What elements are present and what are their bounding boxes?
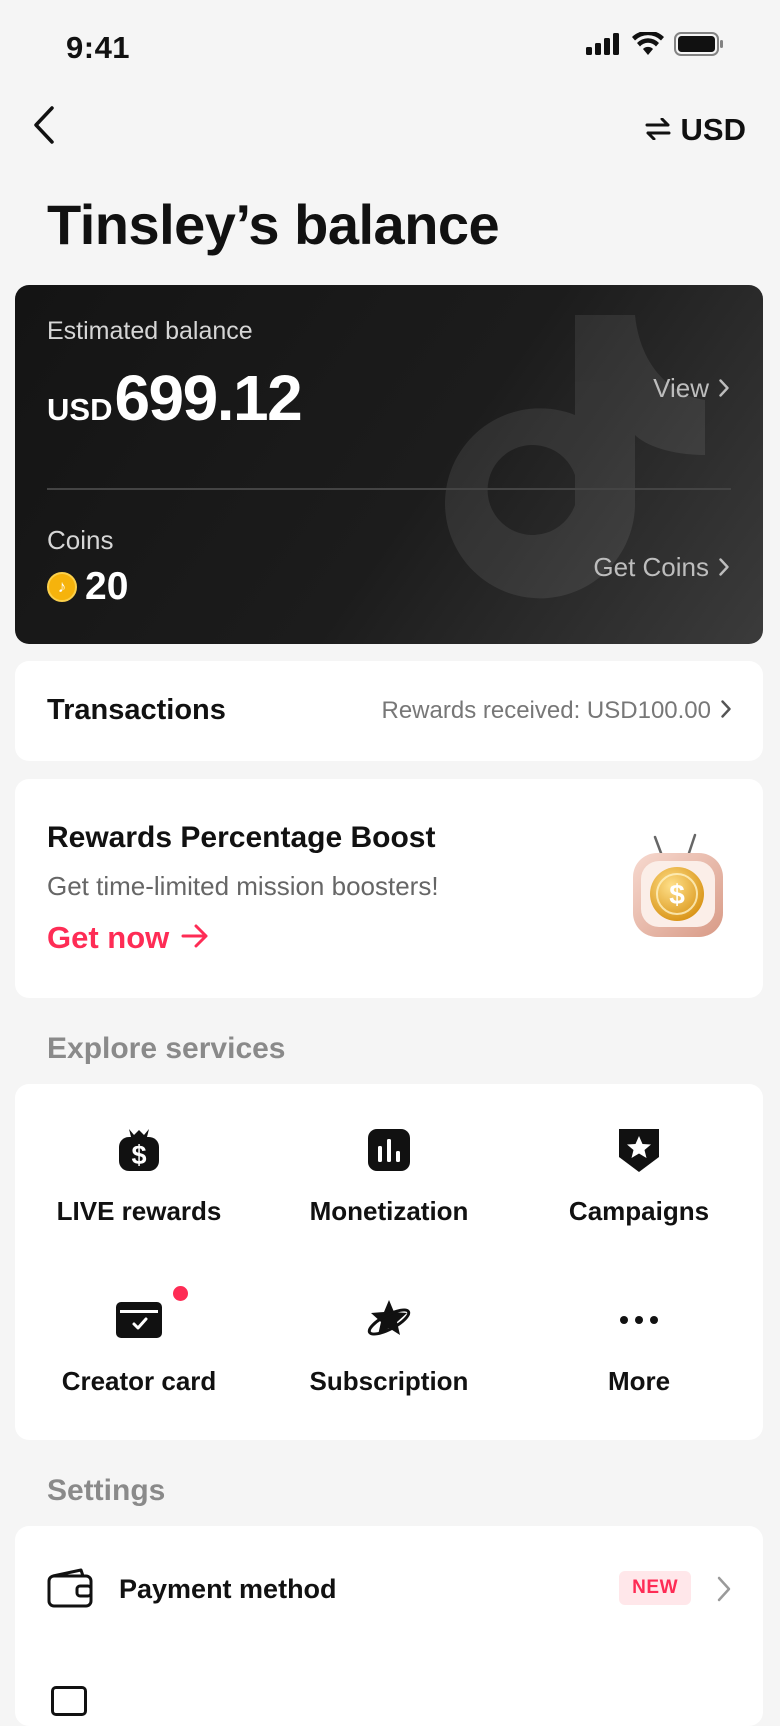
card-icon [51, 1686, 87, 1716]
service-label: Campaigns [568, 1196, 710, 1226]
status-icons [586, 30, 724, 61]
service-label: Monetization [309, 1196, 469, 1226]
page-title: Tinsley’s balance [47, 193, 500, 256]
service-label: Creator card [61, 1366, 217, 1396]
rewards-received: Rewards received: USD100.00 [382, 697, 732, 725]
get-now-button[interactable]: Get now [47, 920, 209, 956]
service-live-rewards[interactable]: $ LIVE rewards [19, 1124, 259, 1227]
service-label: LIVE rewards [56, 1196, 222, 1226]
chevron-right-icon [717, 1576, 731, 1607]
battery-icon [674, 32, 724, 61]
arrow-right-icon [181, 920, 209, 956]
star-badge-icon [618, 1124, 660, 1176]
bar-chart-icon [368, 1124, 410, 1176]
chevron-right-icon [719, 373, 729, 404]
balance-card: Estimated balance USD 699.12 View Coins … [15, 285, 763, 644]
explore-services-heading: Explore services [47, 1032, 286, 1065]
coins-row: ♪ 20 [47, 565, 128, 609]
wallet-icon [47, 1568, 93, 1613]
coin-icon: ♪ [47, 572, 77, 602]
service-more[interactable]: More [519, 1294, 759, 1397]
services-grid: $ LIVE rewards Monetization Campaigns Cr… [15, 1084, 763, 1440]
svg-text:$: $ [131, 1140, 146, 1170]
service-subscription[interactable]: Subscription [269, 1294, 509, 1397]
transactions-row[interactable]: Transactions Rewards received: USD100.00 [15, 661, 763, 761]
boost-title: Rewards Percentage Boost [47, 821, 436, 854]
chevron-right-icon [721, 697, 731, 725]
status-time: 9:41 [66, 30, 131, 65]
get-coins-link[interactable]: Get Coins [593, 552, 729, 583]
planet-star-icon [365, 1294, 413, 1346]
card-check-icon [116, 1286, 188, 1346]
get-now-label: Get now [47, 920, 170, 955]
service-monetization[interactable]: Monetization [269, 1124, 509, 1227]
svg-text:$: $ [669, 879, 685, 910]
settings-heading: Settings [47, 1474, 166, 1507]
coins-label: Coins [47, 525, 114, 555]
currency-label: USD [680, 112, 746, 147]
currency-switch-button[interactable]: USD [645, 112, 746, 148]
transactions-label: Transactions [47, 694, 226, 726]
notification-dot [173, 1286, 188, 1301]
rewards-received-text: Rewards received: USD100.00 [381, 697, 712, 724]
service-creator-card[interactable]: Creator card [19, 1286, 259, 1397]
chevron-left-icon [32, 105, 56, 150]
service-label: Subscription [309, 1366, 469, 1396]
back-button[interactable] [24, 102, 64, 152]
view-label: View [653, 373, 709, 403]
view-balance-link[interactable]: View [653, 373, 729, 404]
coin-tv-illustration-icon: $ [627, 833, 727, 950]
coins-value: 20 [85, 565, 129, 608]
balance-amount: USD 699.12 [47, 361, 303, 435]
balance-currency: USD [47, 392, 113, 427]
money-bag-icon: $ [117, 1124, 161, 1176]
estimated-balance-label: Estimated balance [47, 317, 253, 345]
service-label: More [607, 1366, 671, 1396]
new-badge: NEW [619, 1571, 691, 1605]
payment-method-label: Payment method [119, 1574, 337, 1604]
settings-card: Payment method NEW [15, 1526, 763, 1726]
swap-arrows-icon [645, 112, 671, 148]
boost-subtitle: Get time-limited mission boosters! [47, 871, 439, 901]
balance-value: 699.12 [114, 362, 302, 434]
balance-divider [47, 488, 731, 490]
service-campaigns[interactable]: Campaigns [519, 1124, 759, 1227]
wifi-icon [632, 30, 664, 61]
rewards-boost-card: Rewards Percentage Boost Get time-limite… [15, 779, 763, 998]
chevron-right-icon [719, 552, 729, 583]
get-coins-label: Get Coins [593, 552, 709, 582]
signal-icon [586, 33, 622, 60]
payment-method-row[interactable]: Payment method NEW [15, 1526, 763, 1654]
more-dots-icon [619, 1294, 659, 1346]
